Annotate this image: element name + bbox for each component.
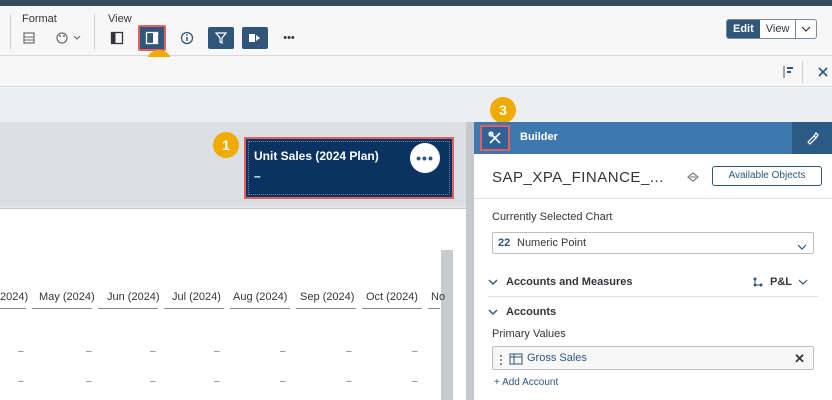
toolbar-separator [802,61,803,83]
pl-label: P&L [770,276,792,288]
link-dimensions-icon[interactable] [242,27,268,49]
tile-value: – [254,169,261,183]
column-underline [296,308,356,309]
column-underline [362,308,422,309]
change-model-icon[interactable] [686,170,700,188]
builder-tab-label[interactable]: Builder [520,131,558,143]
numeric-point-icon: 22 [498,237,511,249]
builder-tab[interactable] [480,125,510,151]
close-icon[interactable] [812,62,832,82]
cell-value: – [150,346,156,357]
accounts-measures-section[interactable]: Accounts and Measures [488,276,633,288]
primary-values-label: Primary Values [492,328,566,340]
secondary-toolbar [0,57,832,87]
column-underline [164,308,224,309]
tile-more-actions-button[interactable]: ••• [410,143,440,173]
cell-value: – [18,376,24,387]
info-icon[interactable] [176,28,198,48]
selected-chart-label: Currently Selected Chart [492,211,613,223]
numeric-point-tile[interactable]: Unit Sales (2024 Plan) – ••• [244,137,454,199]
edit-mode-button[interactable]: Edit [727,20,760,38]
column-header[interactable]: Aug (2024) [233,291,287,303]
accounts-label: Accounts [506,306,557,318]
column-underline [0,308,26,309]
view-group-label: View [108,13,132,25]
page-tab-bar [0,88,832,122]
account-icon [509,352,523,370]
column-header[interactable]: May (2024) [39,291,95,303]
cell-value: – [86,376,92,387]
main-toolbar: Format View ••• Edit View [0,6,832,56]
cell-value: – [214,376,220,387]
palette-dropdown-icon[interactable] [52,28,86,48]
column-underline [428,308,440,309]
panel-resize-handle[interactable] [466,122,474,400]
step-badge: 1 [213,132,239,158]
panel-separator [474,198,832,199]
table-widget[interactable] [0,208,466,400]
column-header[interactable]: Jul (2024) [172,291,221,303]
chevron-down-icon [488,279,498,285]
model-name: SAP_XPA_FINANCE_... [492,169,664,186]
available-objects-button[interactable]: Available Objects [712,166,822,186]
chevron-down-icon [488,309,498,315]
primary-value-text: Gross Sales [527,352,587,364]
drag-handle-icon[interactable] [499,353,503,371]
cell-value: – [346,376,352,387]
remove-value-icon[interactable]: ✕ [794,351,805,367]
cell-value: – [280,346,286,357]
cell-value: – [214,346,220,357]
chart-type-select[interactable]: 22 Numeric Point [492,232,814,254]
pl-structure-button[interactable]: P&L [752,276,808,288]
table-format-icon[interactable] [18,28,40,48]
styling-tab[interactable] [792,122,832,154]
tile-title: Unit Sales (2024 Plan) [254,149,379,163]
column-header[interactable]: 2024) [0,291,28,303]
cell-value: – [18,346,24,357]
cell-value: – [412,376,418,387]
toolbar-separator [10,14,11,50]
filter-icon[interactable] [208,27,234,49]
more-options-icon[interactable]: ••• [278,28,300,48]
edit-view-toggle: Edit View [726,19,818,39]
table-scrollbar[interactable] [441,250,453,400]
chevron-down-icon [798,279,808,285]
panel-header: Builder [474,122,832,154]
chart-type-value: Numeric Point [517,237,587,249]
accounts-measures-label: Accounts and Measures [506,276,633,288]
cell-value: – [280,376,286,387]
align-icon[interactable] [778,62,800,82]
cell-value: – [86,346,92,357]
column-underline [230,308,290,309]
column-header[interactable]: Oct (2024) [366,291,418,303]
designer-panel-button[interactable] [138,25,166,51]
chevron-down-icon [797,238,807,256]
section-divider [488,296,818,297]
column-underline [32,308,92,309]
cell-value: – [346,346,352,357]
column-header[interactable]: Jun (2024) [107,291,160,303]
cell-value: – [412,346,418,357]
step-badge: 3 [490,97,516,123]
format-group-label: Format [22,13,57,25]
builder-panel: Builder SAP_XPA_FINANCE_... Available Ob… [474,122,832,400]
hierarchy-icon [753,277,763,287]
mode-dropdown-icon[interactable] [796,20,816,38]
primary-value-token[interactable]: Gross Sales ✕ [492,346,814,370]
view-mode-button[interactable]: View [760,20,797,38]
accounts-section[interactable]: Accounts [488,306,556,318]
left-panel-icon[interactable] [106,28,128,48]
column-underline [98,308,158,309]
cell-value: – [150,376,156,387]
toolbar-separator [94,14,95,50]
column-header[interactable]: Sep (2024) [300,291,354,303]
add-account-link[interactable]: + Add Account [494,377,558,388]
column-header[interactable]: No [431,291,445,303]
